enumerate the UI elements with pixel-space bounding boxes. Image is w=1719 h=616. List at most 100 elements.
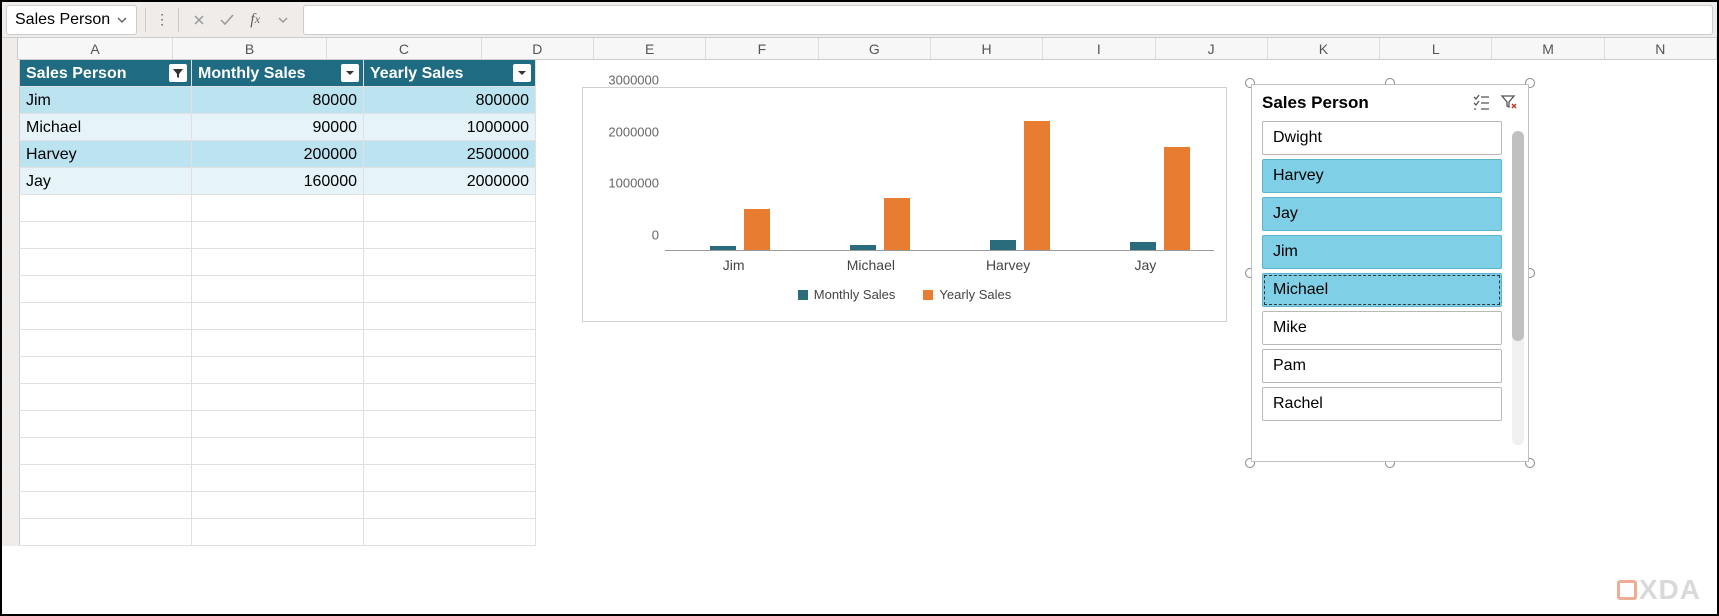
col-header[interactable]: G <box>819 38 931 59</box>
cell[interactable] <box>20 276 192 303</box>
cell[interactable] <box>364 303 536 330</box>
confirm-icon[interactable] <box>215 8 239 32</box>
cell[interactable] <box>20 222 192 249</box>
cell[interactable] <box>364 465 536 492</box>
col-header[interactable]: H <box>931 38 1043 59</box>
col-header[interactable]: E <box>594 38 706 59</box>
cell[interactable] <box>192 411 364 438</box>
col-header[interactable]: N <box>1605 38 1717 59</box>
col-header[interactable]: J <box>1156 38 1268 59</box>
row-header[interactable] <box>2 303 20 330</box>
cell[interactable] <box>20 195 192 222</box>
slicer-item[interactable]: Michael <box>1262 273 1502 307</box>
row-header[interactable] <box>2 114 20 141</box>
row-header[interactable] <box>2 330 20 357</box>
cell[interactable] <box>192 357 364 384</box>
name-box[interactable]: Sales Person <box>6 5 137 35</box>
row-header[interactable] <box>2 87 20 114</box>
cell-monthly[interactable]: 200000 <box>192 141 364 168</box>
cancel-icon[interactable] <box>187 8 211 32</box>
row-header[interactable] <box>2 519 20 546</box>
cell[interactable] <box>20 330 192 357</box>
row-header[interactable] <box>2 195 20 222</box>
row-header[interactable] <box>2 384 20 411</box>
cell[interactable] <box>192 330 364 357</box>
cell-yearly[interactable]: 2000000 <box>364 168 536 195</box>
filter-applied-icon[interactable] <box>169 64 187 82</box>
cell[interactable] <box>20 438 192 465</box>
row-header[interactable] <box>2 222 20 249</box>
cell[interactable] <box>364 276 536 303</box>
row-header[interactable] <box>2 141 20 168</box>
cell[interactable] <box>192 465 364 492</box>
cell[interactable] <box>192 492 364 519</box>
fx-icon[interactable]: fx <box>243 8 267 32</box>
filter-dropdown-icon[interactable] <box>341 64 359 82</box>
col-header[interactable]: K <box>1268 38 1380 59</box>
slicer-item[interactable]: Jim <box>1262 235 1502 269</box>
row-header[interactable] <box>2 357 20 384</box>
cell[interactable] <box>192 438 364 465</box>
slicer-item[interactable]: Rachel <box>1262 387 1502 421</box>
cell[interactable] <box>20 249 192 276</box>
cell-yearly[interactable]: 2500000 <box>364 141 536 168</box>
cell[interactable] <box>192 195 364 222</box>
col-header[interactable]: A <box>18 38 172 59</box>
cell[interactable] <box>20 492 192 519</box>
cell-person[interactable]: Jim <box>20 87 192 114</box>
slicer-selection[interactable]: Sales Person DwightHarveyJayJimMichaelMi… <box>1251 84 1529 462</box>
row-header[interactable] <box>2 465 20 492</box>
cell[interactable] <box>364 330 536 357</box>
cell-person[interactable]: Michael <box>20 114 192 141</box>
col-header[interactable]: I <box>1043 38 1155 59</box>
cell[interactable] <box>20 384 192 411</box>
cell-person[interactable]: Jay <box>20 168 192 195</box>
col-header[interactable]: M <box>1492 38 1604 59</box>
col-header[interactable]: D <box>482 38 594 59</box>
cell[interactable] <box>192 276 364 303</box>
cell[interactable] <box>20 411 192 438</box>
cell-monthly[interactable]: 90000 <box>192 114 364 141</box>
chart[interactable]: 0100000020000003000000 JimMichaelHarveyJ… <box>582 87 1227 322</box>
multi-select-icon[interactable] <box>1472 94 1490 113</box>
table-header-cell[interactable]: Monthly Sales <box>192 60 364 87</box>
table-header-cell[interactable]: Sales Person <box>20 60 192 87</box>
row-header[interactable] <box>2 438 20 465</box>
slicer[interactable]: Sales Person DwightHarveyJayJimMichaelMi… <box>1251 84 1529 462</box>
slicer-item[interactable]: Jay <box>1262 197 1502 231</box>
row-header[interactable] <box>2 492 20 519</box>
slicer-item[interactable]: Pam <box>1262 349 1502 383</box>
slicer-item[interactable]: Mike <box>1262 311 1502 345</box>
select-all-corner[interactable] <box>2 38 18 60</box>
cell[interactable] <box>364 411 536 438</box>
scrollbar[interactable] <box>1512 131 1524 445</box>
cell-monthly[interactable]: 80000 <box>192 87 364 114</box>
cell[interactable] <box>192 303 364 330</box>
cell[interactable] <box>364 195 536 222</box>
cell[interactable] <box>192 519 364 546</box>
scrollbar-thumb[interactable] <box>1512 131 1524 341</box>
cell[interactable] <box>364 384 536 411</box>
formula-dropdown-icon[interactable] <box>271 8 295 32</box>
slicer-item[interactable]: Harvey <box>1262 159 1502 193</box>
cell[interactable] <box>20 465 192 492</box>
cell-monthly[interactable]: 160000 <box>192 168 364 195</box>
cell[interactable] <box>20 303 192 330</box>
clear-filter-icon[interactable] <box>1500 94 1518 113</box>
cell[interactable] <box>192 222 364 249</box>
cell[interactable] <box>192 249 364 276</box>
row-header[interactable] <box>2 60 20 87</box>
more-icon[interactable]: ⋮ <box>154 8 170 32</box>
filter-dropdown-icon[interactable] <box>513 64 531 82</box>
formula-input[interactable] <box>303 5 1713 35</box>
cell[interactable] <box>364 249 536 276</box>
row-header[interactable] <box>2 276 20 303</box>
cell[interactable] <box>364 357 536 384</box>
row-header[interactable] <box>2 411 20 438</box>
col-header[interactable]: B <box>173 38 327 59</box>
cell[interactable] <box>364 438 536 465</box>
col-header[interactable]: F <box>706 38 818 59</box>
cell-person[interactable]: Harvey <box>20 141 192 168</box>
cell[interactable] <box>364 222 536 249</box>
cell[interactable] <box>192 384 364 411</box>
